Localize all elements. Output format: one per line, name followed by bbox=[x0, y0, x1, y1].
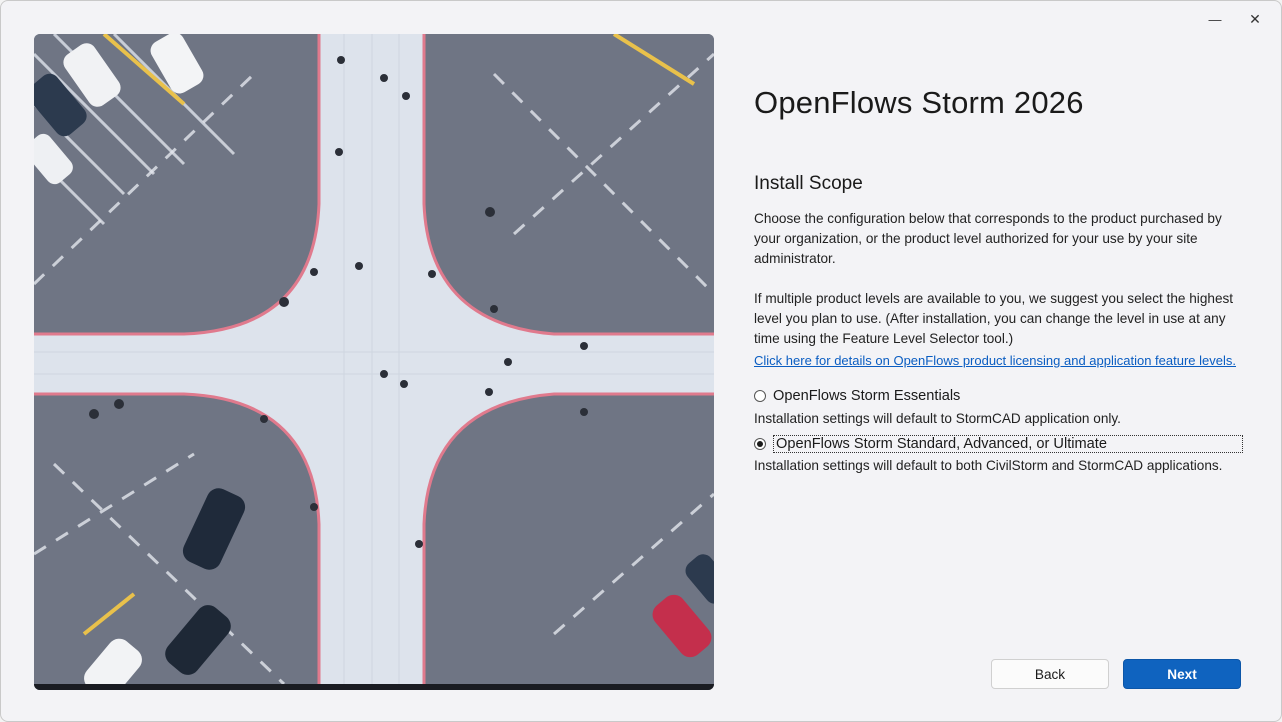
option-essentials[interactable]: OpenFlows Storm Essentials bbox=[754, 388, 960, 404]
option-essentials-label: OpenFlows Storm Essentials bbox=[773, 388, 961, 404]
close-icon: ✕ bbox=[1249, 10, 1261, 27]
option-standard-advanced-ultimate[interactable]: OpenFlows Storm Standard, Advanced, or U… bbox=[754, 435, 1243, 453]
minimize-button[interactable]: — bbox=[1195, 5, 1235, 33]
close-button[interactable]: ✕ bbox=[1235, 5, 1275, 33]
intersection-illustration bbox=[34, 34, 714, 690]
app-title: OpenFlows Storm 2026 bbox=[754, 85, 1084, 120]
radio-essentials[interactable] bbox=[754, 390, 766, 402]
option-standard-description: Installation settings will default to bo… bbox=[754, 458, 1223, 473]
option-standard-label: OpenFlows Storm Standard, Advanced, or U… bbox=[773, 435, 1243, 453]
next-button[interactable]: Next bbox=[1123, 659, 1241, 689]
option-essentials-description: Installation settings will default to St… bbox=[754, 411, 1121, 426]
scope-advice: If multiple product levels are available… bbox=[754, 291, 1234, 346]
minimize-icon: — bbox=[1208, 11, 1222, 27]
scope-description: Choose the configuration below that corr… bbox=[754, 211, 1222, 266]
section-title: Install Scope bbox=[754, 173, 863, 194]
hero-image bbox=[34, 34, 714, 690]
installer-window: — ✕ OpenFlows Storm 2026 Install Scope C… bbox=[0, 0, 1282, 722]
licensing-details-link[interactable]: Click here for details on OpenFlows prod… bbox=[754, 353, 1236, 368]
back-button[interactable]: Back bbox=[991, 659, 1109, 689]
radio-standard-advanced-ultimate[interactable] bbox=[754, 438, 766, 450]
